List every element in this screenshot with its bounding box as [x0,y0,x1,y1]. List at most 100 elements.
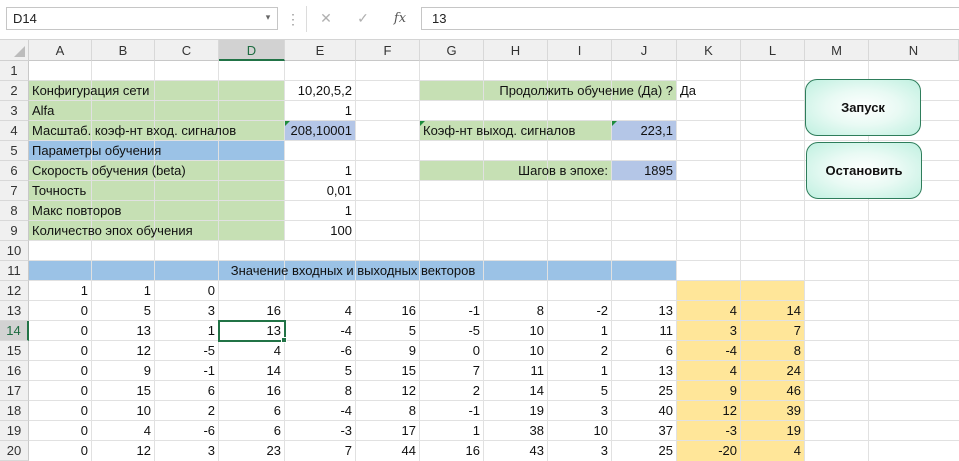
beta-label[interactable]: Скорость обучения (beta) [29,161,285,181]
table-cell[interactable]: 46 [741,381,805,401]
table-cell[interactable]: 5 [548,381,612,401]
table-cell[interactable]: 1 [29,281,92,301]
table-cell[interactable]: 10 [484,341,548,361]
table-cell[interactable]: 10 [548,421,612,441]
table-cell[interactable]: 4 [285,301,356,321]
table-cell[interactable]: 1 [548,361,612,381]
table-cell[interactable]: 4 [741,441,805,461]
table-cell[interactable]: 6 [155,381,219,401]
table-cell[interactable]: 37 [612,421,677,441]
table-cell[interactable]: 0 [29,361,92,381]
table-cell[interactable]: 9 [677,381,741,401]
table-cell[interactable]: 12 [92,441,155,461]
continue-label[interactable]: Продолжить обучение (Да) ? [420,81,677,101]
epochs-value[interactable]: 100 [285,221,356,241]
column-header-n[interactable]: N [869,40,959,61]
table-cell[interactable]: 15 [356,361,420,381]
table-cell[interactable]: 2 [548,341,612,361]
table-cell[interactable]: -3 [285,421,356,441]
table-cell[interactable]: 14 [741,301,805,321]
row-header-19[interactable]: 19 [0,421,29,441]
table-cell[interactable]: -1 [155,361,219,381]
table-cell[interactable]: 11 [484,361,548,381]
table-cell[interactable]: 24 [741,361,805,381]
column-header-i[interactable]: I [548,40,612,61]
table-cell[interactable]: 4 [219,341,285,361]
table-cell[interactable]: 10 [484,321,548,341]
start-button[interactable]: Запуск [805,79,921,136]
table-cell[interactable]: -1 [420,401,484,421]
table-cell[interactable]: 25 [612,441,677,461]
row-header-5[interactable]: 5 [0,141,29,161]
table-cell[interactable]: -6 [155,421,219,441]
column-header-l[interactable]: L [741,40,805,61]
table-cell[interactable]: 12 [356,381,420,401]
table-cell[interactable]: 3 [548,441,612,461]
table-cell[interactable]: 39 [741,401,805,421]
table-cell[interactable]: 0 [29,401,92,421]
table-cell[interactable]: 4 [677,361,741,381]
table-cell[interactable]: 16 [356,301,420,321]
table-cell[interactable]: 9 [92,361,155,381]
table-cell[interactable]: 19 [741,421,805,441]
row-header-12[interactable]: 12 [0,281,29,301]
epochs-label[interactable]: Количество эпох обучения [29,221,285,241]
row-header-18[interactable]: 18 [0,401,29,421]
table-cell[interactable]: 13 [612,361,677,381]
table-cell[interactable]: 12 [677,401,741,421]
row-header-16[interactable]: 16 [0,361,29,381]
insert-function-icon[interactable]: fx [384,7,416,30]
input-scale-label[interactable]: Масштаб. коэф-нт вход. сигналов [29,121,285,141]
table-cell[interactable]: 0 [420,341,484,361]
table-cell[interactable]: 8 [484,301,548,321]
table-cell[interactable]: 7 [285,441,356,461]
table-cell[interactable]: -2 [548,301,612,321]
table-cell[interactable]: 38 [484,421,548,441]
table-cell[interactable]: 11 [612,321,677,341]
table-cell[interactable]: -4 [677,341,741,361]
table-cell[interactable]: 3 [677,321,741,341]
input-scale-value[interactable]: 208,10001 [285,121,356,141]
table-cell[interactable]: 0 [29,321,92,341]
table-cell[interactable]: 5 [92,301,155,321]
stop-button[interactable]: Остановить [806,142,922,199]
row-header-4[interactable]: 4 [0,121,29,141]
table-cell[interactable]: 12 [92,341,155,361]
max-repeats-label[interactable]: Макс повторов [29,201,285,221]
table-cell[interactable]: 10 [92,401,155,421]
table-cell[interactable]: 4 [677,301,741,321]
column-header-k[interactable]: K [677,40,741,61]
alfa-value[interactable]: 1 [285,101,356,121]
table-cell[interactable]: 2 [420,381,484,401]
column-header-d[interactable]: D [219,40,285,61]
name-box[interactable]: D14 [6,7,278,30]
table-cell[interactable]: 8 [356,401,420,421]
steps-value[interactable]: 1895 [612,161,677,181]
table-cell[interactable]: 6 [612,341,677,361]
table-cell[interactable]: -4 [285,401,356,421]
table-cell[interactable]: 8 [741,341,805,361]
table-cell[interactable]: 19 [484,401,548,421]
params-header[interactable]: Параметры обучения [29,141,285,161]
table-cell[interactable]: 5 [285,361,356,381]
table-cell[interactable]: 3 [155,301,219,321]
column-header-e[interactable]: E [285,40,356,61]
table-cell[interactable]: 3 [155,441,219,461]
table-cell[interactable]: 14 [484,381,548,401]
table-cell[interactable]: -1 [420,301,484,321]
table-cell[interactable]: 1 [548,321,612,341]
table-cell[interactable]: 7 [420,361,484,381]
table-cell[interactable]: 1 [92,281,155,301]
row-header-7[interactable]: 7 [0,181,29,201]
vectors-header[interactable]: Значение входных и выходных векторов [29,261,677,281]
table-cell[interactable]: -5 [155,341,219,361]
formula-input[interactable]: 13 [421,7,959,30]
steps-label[interactable]: Шагов в эпохе: [420,161,612,181]
row-header-9[interactable]: 9 [0,221,29,241]
max-repeats-value[interactable]: 1 [285,201,356,221]
column-header-c[interactable]: C [155,40,219,61]
column-header-f[interactable]: F [356,40,420,61]
column-header-h[interactable]: H [484,40,548,61]
row-header-14[interactable]: 14 [0,321,29,341]
column-header-b[interactable]: B [92,40,155,61]
